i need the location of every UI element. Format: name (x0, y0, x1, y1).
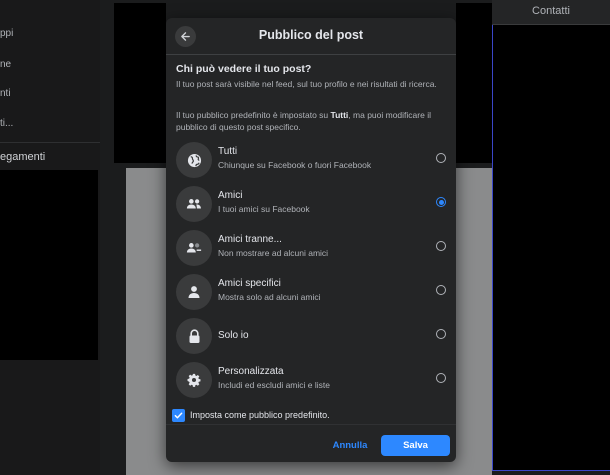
option-description: Mostra solo ad alcuni amici (218, 292, 321, 302)
friends-except-icon (176, 230, 212, 266)
checkmark-icon (174, 412, 183, 419)
background-panel (114, 3, 166, 163)
default-note-prefix: Il tuo pubblico predefinito è impostato … (176, 110, 331, 120)
radio-button[interactable] (436, 153, 446, 163)
radio-button[interactable] (436, 373, 446, 383)
background-panel (0, 170, 98, 360)
save-button[interactable]: Salva (381, 435, 450, 456)
option-label: Amici (218, 190, 243, 201)
lock-icon (176, 318, 212, 354)
question-description: Il tuo post sarà visibile nel feed, sul … (176, 79, 437, 89)
option-description: I tuoi amici su Facebook (218, 204, 310, 214)
footer-divider (166, 424, 456, 425)
set-default-checkbox[interactable] (172, 409, 185, 422)
question-title: Chi può vedere il tuo post? (176, 63, 312, 75)
contacts-tab: Contatti (532, 5, 570, 17)
option-tutti[interactable]: Tutti Chiunque su Facebook o fuori Faceb… (166, 138, 456, 182)
default-audience-note: Il tuo pubblico predefinito è impostato … (176, 109, 451, 133)
background-nav-item: ppi (0, 28, 14, 39)
background-nav-item: ne (0, 59, 12, 70)
background-nav-item: nti (0, 88, 11, 99)
radio-button[interactable] (436, 329, 446, 339)
option-amici[interactable]: Amici I tuoi amici su Facebook (166, 182, 456, 226)
background-right-panel (492, 24, 610, 471)
radio-button-selected[interactable] (436, 197, 446, 207)
person-icon (176, 274, 212, 310)
option-description: Non mostrare ad alcuni amici (218, 248, 329, 258)
background-contacts-tab-bar: Contatti (492, 0, 610, 25)
background-divider (0, 142, 100, 143)
cancel-button[interactable]: Annulla (329, 435, 371, 455)
globe-icon (176, 142, 212, 178)
option-description: Includi ed escludi amici e liste (218, 380, 330, 390)
option-amici-tranne[interactable]: Amici tranne... Non mostrare ad alcuni a… (166, 226, 456, 270)
option-label: Amici tranne... (218, 234, 282, 245)
option-personalizzata[interactable]: Personalizzata Includi ed escludi amici … (166, 358, 456, 402)
dialog-title: Pubblico del post (258, 28, 364, 42)
radio-button[interactable] (436, 285, 446, 295)
option-solo-io[interactable]: Solo io (166, 314, 456, 358)
dialog-header: Pubblico del post (166, 18, 456, 55)
option-label: Personalizzata (218, 366, 284, 377)
background-section-title: egamenti (0, 151, 46, 163)
option-description: Chiunque su Facebook o fuori Facebook (218, 160, 372, 170)
audience-dialog: Pubblico del post Chi può vedere il tuo … (166, 18, 456, 462)
option-label: Solo io (218, 330, 249, 341)
set-default-label: Imposta come pubblico predefinito. (190, 410, 330, 420)
radio-button[interactable] (436, 241, 446, 251)
option-label: Amici specifici (218, 278, 281, 289)
gear-icon (176, 362, 212, 398)
default-note-value: Tutti (330, 110, 349, 120)
option-amici-specifici[interactable]: Amici specifici Mostra solo ad alcuni am… (166, 270, 456, 314)
friends-icon (176, 186, 212, 222)
background-nav-item: ti... (0, 118, 14, 129)
option-label: Tutti (218, 146, 238, 157)
audience-options: Tutti Chiunque su Facebook o fuori Faceb… (166, 138, 456, 402)
